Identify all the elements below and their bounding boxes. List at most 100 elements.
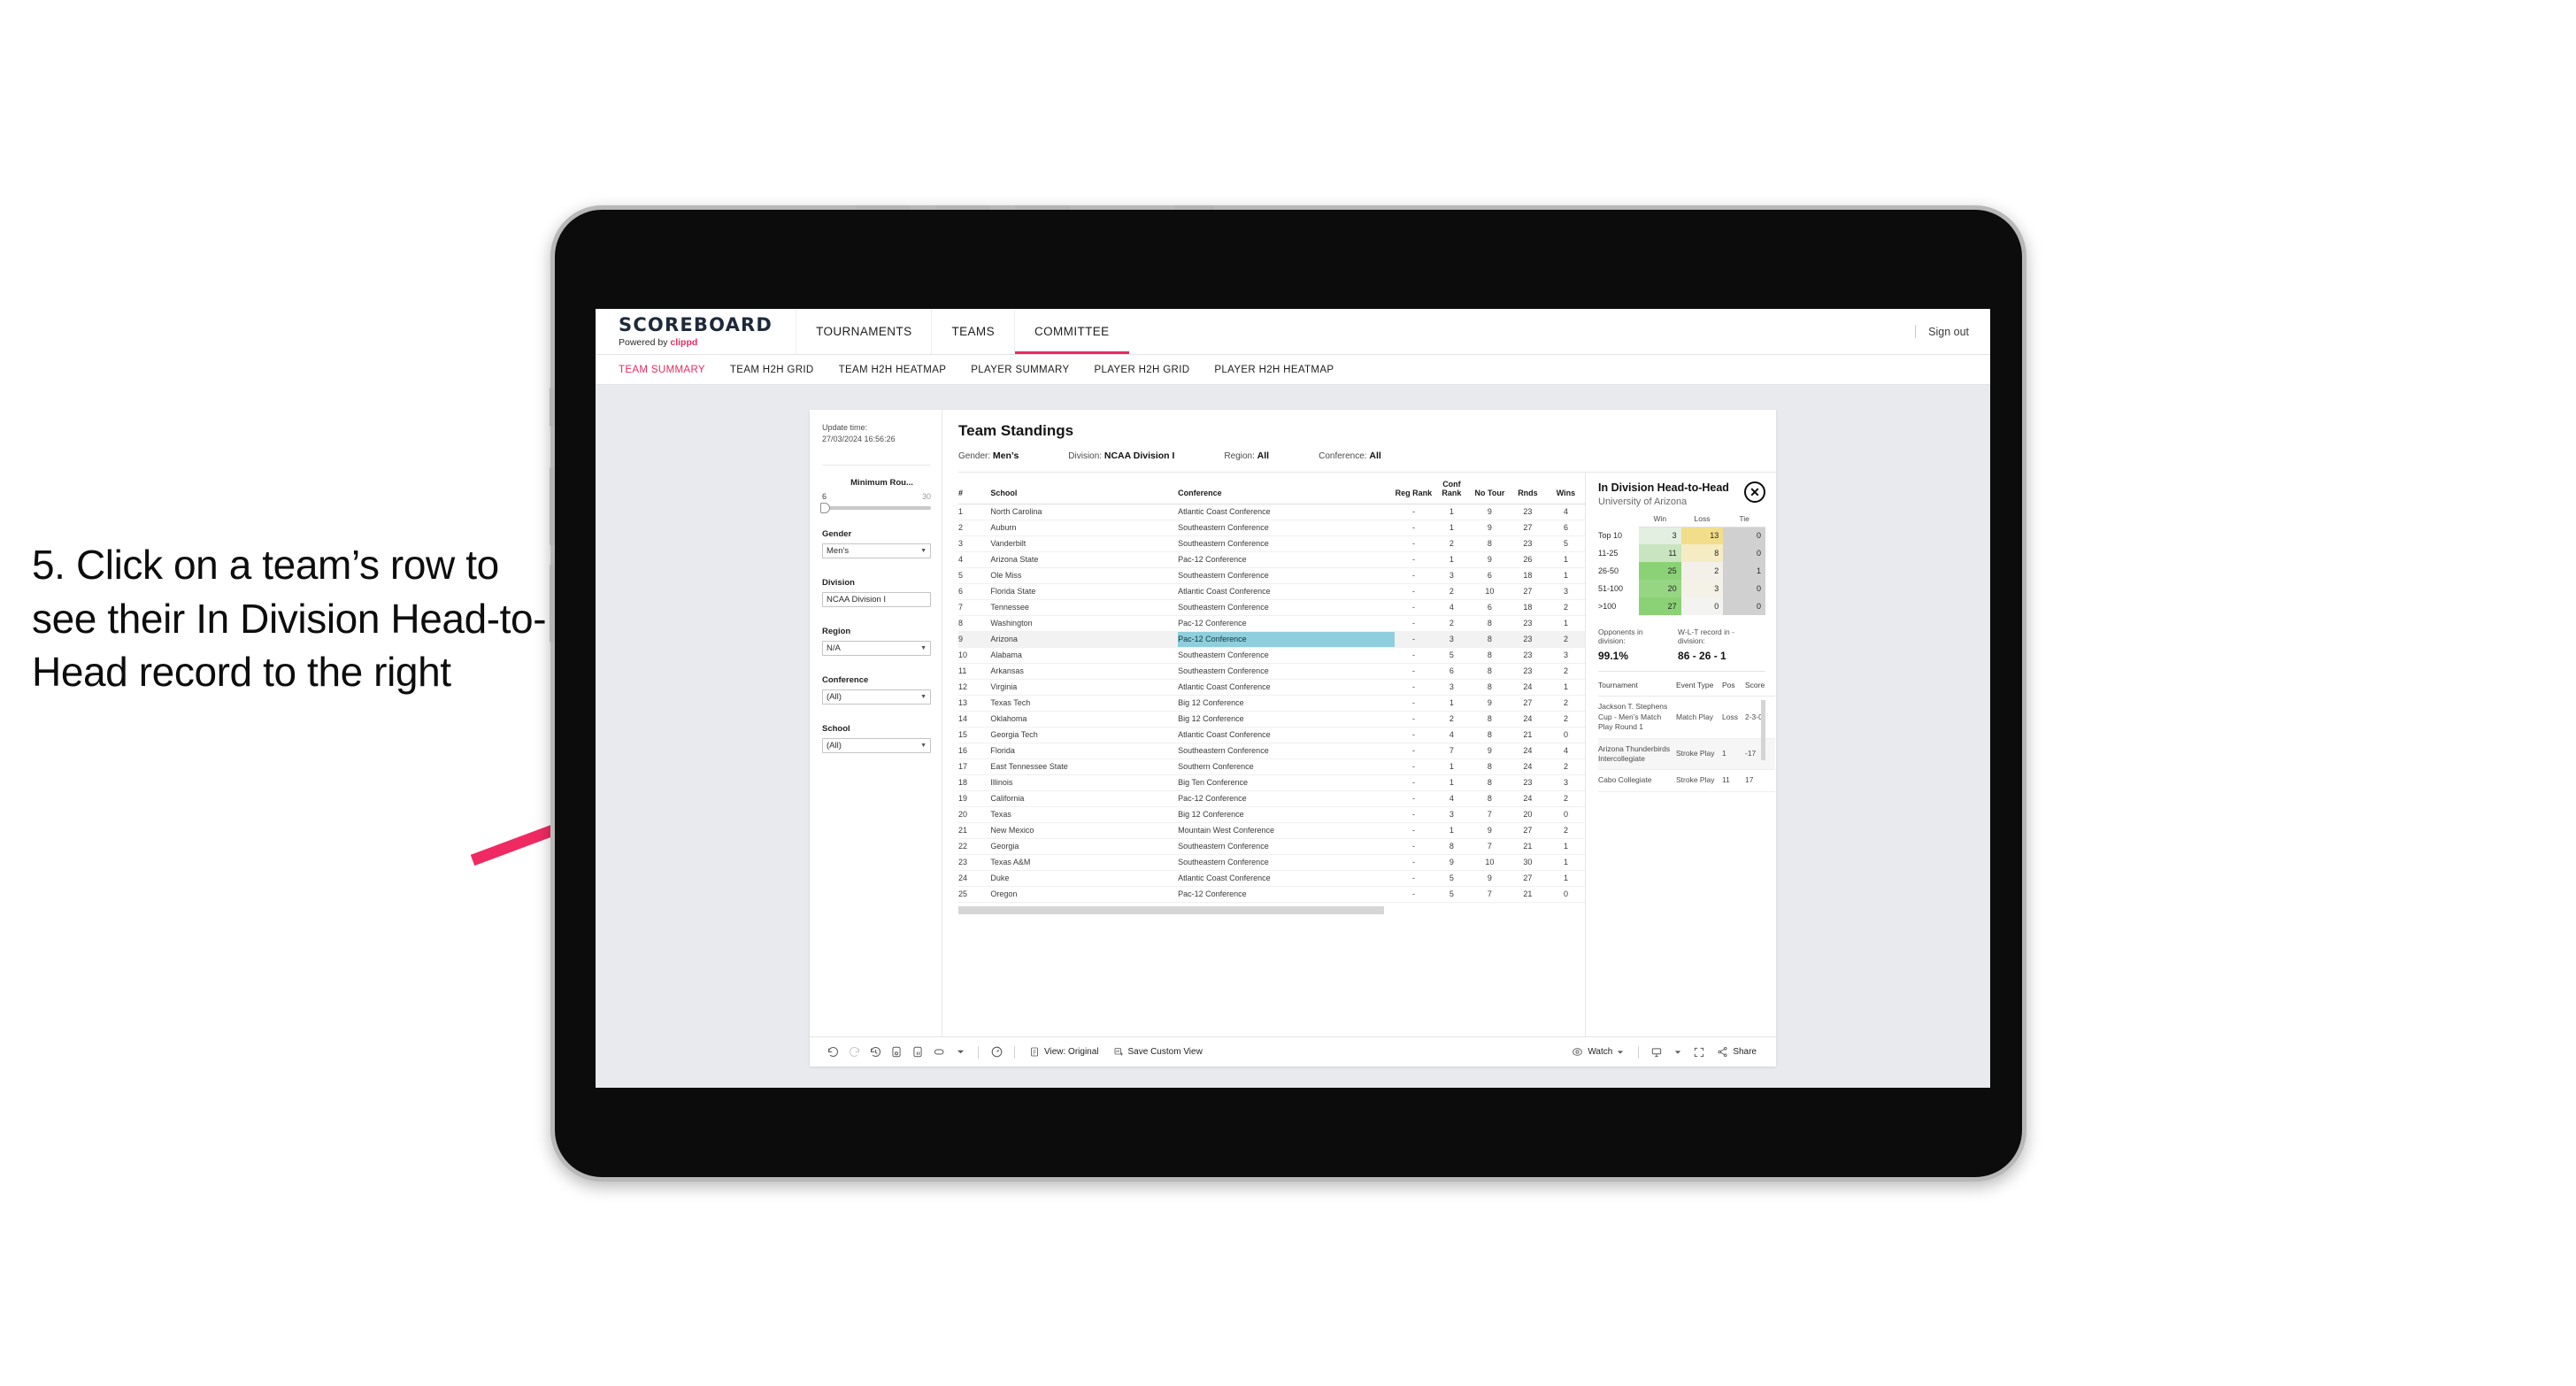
col-no-tour[interactable]: No Tour xyxy=(1470,473,1509,504)
table-row[interactable]: 20 Texas Big 12 Conference -3 7 20 0 xyxy=(958,806,1585,823)
table-row[interactable]: 14 Oklahoma Big 12 Conference -2 8 24 2 xyxy=(958,711,1585,728)
row-wins: 1 xyxy=(1546,615,1585,632)
row-rnds: 23 xyxy=(1508,615,1547,632)
tour-col-pos: Pos xyxy=(1722,674,1745,697)
row-conf-rank: 5 xyxy=(1432,886,1471,903)
tournaments-tbody: Jackson T. Stephens Cup - Men’s Match Pl… xyxy=(1598,696,1775,792)
chevron-down-icon[interactable] xyxy=(950,1043,971,1062)
pace-icon[interactable] xyxy=(986,1043,1007,1062)
row-reg-rank: - xyxy=(1394,870,1433,887)
table-row[interactable]: 13 Texas Tech Big 12 Conference -1 9 27 2 xyxy=(958,695,1585,712)
tab-player-h2h-grid[interactable]: PLAYER H2H GRID xyxy=(1094,365,1189,375)
highlight-icon[interactable] xyxy=(928,1043,950,1062)
table-row[interactable]: 9 Arizona Pac-12 Conference -3 8 23 2 xyxy=(958,631,1585,648)
brand-logo[interactable]: SCOREBOARD Powered by clippd xyxy=(596,309,796,354)
tournament-row[interactable]: Cabo Collegiate Stroke Play 11 17 xyxy=(1598,769,1775,792)
toolbar-divider-3 xyxy=(1638,1045,1640,1059)
h2h-matrix-row: 26-50 25 2 1 xyxy=(1598,562,1765,581)
undo-icon[interactable] xyxy=(822,1043,843,1062)
redo-icon[interactable] xyxy=(843,1043,865,1062)
row-wins: 2 xyxy=(1546,695,1585,712)
view-original-button[interactable]: View: Original xyxy=(1022,1043,1106,1062)
tournament-row[interactable]: Jackson T. Stephens Cup - Men’s Match Pl… xyxy=(1598,696,1775,739)
row-school: Oregon xyxy=(990,886,1179,903)
chevron-down-icon[interactable] xyxy=(1667,1043,1688,1062)
table-row[interactable]: 11 Arkansas Southeastern Conference -6 8 23 2 xyxy=(958,663,1585,680)
table-row[interactable]: 10 Alabama Southeastern Conference -5 8 23 3 xyxy=(958,647,1585,664)
col-school[interactable]: School xyxy=(990,473,1179,504)
filter-school-select[interactable]: (All) ▼ xyxy=(822,738,931,754)
nav-item-teams[interactable]: TEAMS xyxy=(931,309,1014,354)
table-row[interactable]: 24 Duke Atlantic Coast Conference -5 9 27 1 xyxy=(958,870,1585,887)
col-reg-rank[interactable]: Reg Rank xyxy=(1394,473,1433,504)
table-row[interactable]: 6 Florida State Atlantic Coast Conference -… xyxy=(958,583,1585,600)
table-row[interactable]: 2 Auburn Southeastern Conference -1 9 27 6 xyxy=(958,520,1585,536)
row-rnds: 18 xyxy=(1508,567,1547,584)
row-rank: 9 xyxy=(958,631,991,648)
table-row[interactable]: 18 Illinois Big Ten Conference -1 8 23 3 xyxy=(958,774,1585,791)
revert-icon[interactable] xyxy=(865,1043,886,1062)
tab-team-summary[interactable]: TEAM SUMMARY xyxy=(619,365,705,375)
slider-range-labels: 6 30 xyxy=(822,492,931,501)
table-row[interactable]: 7 Tennessee Southeastern Conference -4 6 18 2 xyxy=(958,599,1585,616)
nav-item-committee[interactable]: COMMITTEE xyxy=(1013,309,1129,354)
table-row[interactable]: 15 Georgia Tech Atlantic Coast Conference -… xyxy=(958,727,1585,743)
tournaments-vertical-scrollbar[interactable] xyxy=(1761,700,1765,761)
filter-conference-select[interactable]: (All) ▼ xyxy=(822,689,931,705)
pause-data-icon[interactable] xyxy=(907,1043,928,1062)
tour-col-tournament: Tournament xyxy=(1598,674,1676,697)
filter-region-label: Region xyxy=(822,627,851,637)
tab-team-h2h-grid[interactable]: TEAM H2H GRID xyxy=(730,365,814,375)
tournament-row[interactable]: Arizona Thunderbirds Intercollegiate Stro… xyxy=(1598,738,1775,771)
row-no-tour: 9 xyxy=(1470,520,1509,536)
nav-item-tournaments[interactable]: TOURNAMENTS xyxy=(796,309,931,354)
col-conference[interactable]: Conference xyxy=(1178,473,1395,504)
horizontal-scrollbar-wrapper[interactable] xyxy=(958,903,1585,914)
table-row[interactable]: 3 Vanderbilt Southeastern Conference -2 8 23 5 xyxy=(958,535,1585,552)
table-row[interactable]: 4 Arizona State Pac-12 Conference -1 9 26 1 xyxy=(958,551,1585,568)
share-button[interactable]: Share xyxy=(1710,1043,1764,1062)
sign-out-link[interactable]: Sign out xyxy=(1928,326,1969,338)
table-row[interactable]: 23 Texas A&M Southeastern Conference -9 10 30… xyxy=(958,854,1585,871)
col-wins[interactable]: Wins xyxy=(1546,473,1585,504)
table-row[interactable]: 22 Georgia Southeastern Conference -8 7 21 1 xyxy=(958,838,1585,855)
tab-player-summary[interactable]: PLAYER SUMMARY xyxy=(971,365,1069,375)
col-conf-rank[interactable]: Conf Rank xyxy=(1432,473,1471,504)
table-row[interactable]: 25 Oregon Pac-12 Conference -5 7 21 0 xyxy=(958,886,1585,903)
table-row[interactable]: 5 Ole Miss Southeastern Conference -3 6 18 1 xyxy=(958,567,1585,584)
row-rnds: 30 xyxy=(1508,854,1547,871)
close-icon[interactable]: ✕ xyxy=(1744,481,1765,503)
table-row[interactable]: 21 New Mexico Mountain West Conference -1 9 2… xyxy=(958,822,1585,839)
filter-division-select[interactable]: NCAA Division I xyxy=(822,592,931,608)
filter-region-select[interactable]: N/A ▼ xyxy=(822,641,931,657)
filter-gender-select[interactable]: Men’s ▼ xyxy=(822,543,931,559)
table-row[interactable]: 17 East Tennessee State Southern Conferenc… xyxy=(958,758,1585,775)
horizontal-scrollbar-thumb[interactable] xyxy=(958,905,1385,914)
table-row[interactable]: 12 Virginia Atlantic Coast Conference -3 8 24… xyxy=(958,679,1585,696)
slider-handle[interactable] xyxy=(820,503,830,514)
col-rnds[interactable]: Rnds xyxy=(1508,473,1547,504)
row-rnds: 24 xyxy=(1508,790,1547,807)
fullscreen-icon[interactable] xyxy=(1688,1043,1710,1062)
stat-wlt-label: W-L-T record in -division: xyxy=(1678,628,1734,646)
row-rnds: 23 xyxy=(1508,774,1547,791)
row-conf-rank: 9 xyxy=(1432,854,1471,871)
slider-track[interactable] xyxy=(820,503,931,514)
chevron-down-icon: ▼ xyxy=(920,694,927,701)
tab-player-h2h-heatmap[interactable]: PLAYER H2H HEATMAP xyxy=(1214,365,1334,375)
table-row[interactable]: 16 Florida Southeastern Conference -7 9 24 4 xyxy=(958,743,1585,759)
view-original-label: View: Original xyxy=(1044,1047,1099,1057)
table-row[interactable]: 1 North Carolina Atlantic Coast Conference… xyxy=(958,504,1585,520)
device-preview-icon[interactable] xyxy=(1646,1043,1667,1062)
row-rnds: 20 xyxy=(1508,806,1547,823)
col-rank[interactable]: # xyxy=(958,473,991,504)
save-custom-view-button[interactable]: Save Custom View xyxy=(1106,1043,1210,1062)
dashboard-body: Update time: 27/03/2024 16:56:26 Minimum… xyxy=(810,410,1776,1036)
table-row[interactable]: 19 California Pac-12 Conference -4 8 24 2 xyxy=(958,790,1585,807)
row-school: Tennessee xyxy=(990,599,1179,616)
h2h-matrix-thead: Win Loss Tie xyxy=(1598,513,1765,527)
table-row[interactable]: 8 Washington Pac-12 Conference -2 8 23 1 xyxy=(958,615,1585,632)
watch-button[interactable]: Watch xyxy=(1565,1043,1631,1062)
refresh-data-icon[interactable] xyxy=(886,1043,907,1062)
tab-team-h2h-heatmap[interactable]: TEAM H2H HEATMAP xyxy=(839,365,947,375)
